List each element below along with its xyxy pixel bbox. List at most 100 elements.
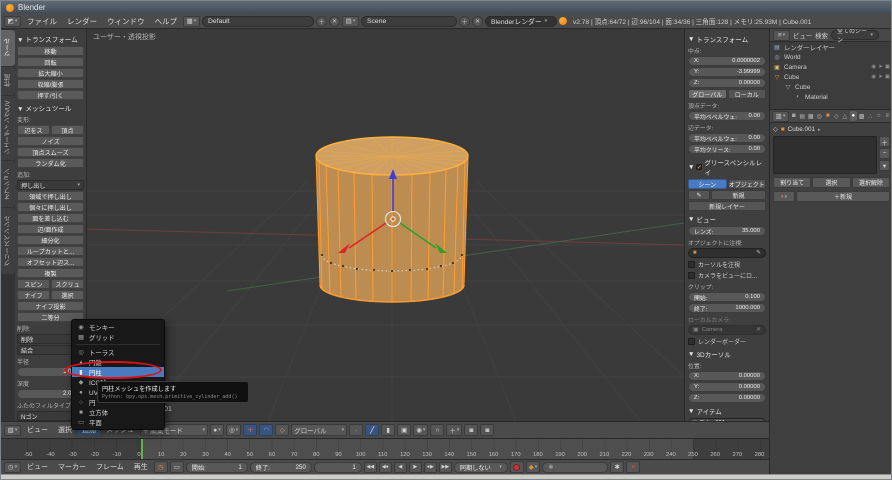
frame-end-field[interactable]: 終了:250 [250,462,312,473]
transform-tool-button[interactable]: 移動 [17,46,84,56]
menu-item-cylinder[interactable]: ▮円柱 [72,367,164,377]
transform-tool-button[interactable]: 回転 [17,57,84,67]
median-y-field[interactable]: Y:-3.99999 [688,67,766,77]
view3d-menu-view[interactable]: ビュー [23,425,52,435]
auto-keyframe-button[interactable] [510,461,524,473]
global-button[interactable]: グローバル [688,89,727,99]
sync-mode-select[interactable]: 同期しない▾ [454,462,508,473]
transform-panel-header[interactable]: ▼ トランスフォーム [17,34,84,44]
lens-field[interactable]: レンズ:35.000 [688,226,766,236]
clip-end-field[interactable]: 終了:1000.000 [688,303,766,313]
timeline-menu-marker[interactable]: マーカー [54,462,90,472]
scene-field[interactable]: Scene [361,16,457,27]
clip-start-field[interactable]: 開始:0.100 [688,292,766,302]
insert-keyframes-button[interactable]: ✱ [610,461,624,473]
editor-type-info-button[interactable]: ◩▾ [4,16,21,27]
gpencil-draw-icon[interactable]: ✎ [688,190,710,200]
menu-item-cone[interactable]: ▲円錐 [72,357,164,367]
edge-crease-field[interactable]: 平均クリース:0.00 [688,144,766,154]
add-tool-button[interactable]: 領域で押し出し [17,191,84,201]
render-opengl-button[interactable]: ◙ [464,424,478,436]
add-tool-button[interactable]: ループカットと... [17,246,84,256]
add-tool-button[interactable]: 複製 [17,268,84,278]
browse-material-icon[interactable]: ◐▾ [773,191,795,202]
transform-tool-button[interactable]: 拡大縮小 [17,68,84,78]
outliner-row-cube-object[interactable]: ▽Cube ◉➤▣ [770,72,892,82]
menu-item-torus[interactable]: ◎トーラス [72,347,164,357]
scene-icon[interactable]: ▤▾ [342,16,359,27]
menu-item-monkey[interactable]: ◉モンキー [72,322,164,332]
add-scene-button[interactable]: ＋ [459,16,470,27]
add-tool-button[interactable]: 辺/面作成 [17,224,84,234]
menu-help[interactable]: ヘルプ [151,16,182,27]
gpencil-scene-button[interactable]: シーン [688,179,727,189]
np-view-header[interactable]: ▼ ビュー [688,214,766,224]
outliner-menu-view[interactable]: ビュー [793,31,812,40]
tab-modifiers-icon[interactable]: ◇ [833,111,841,121]
editor-type-properties-button[interactable]: ▥▾ [772,111,789,122]
outliner-filter-select[interactable]: 全てのシーン▾ [831,30,879,40]
select-mode-vertex-button[interactable]: · [349,424,363,436]
local-camera-field[interactable]: ▣Camera✕ [688,325,766,335]
new-material-button[interactable]: ＋ 新規 [796,191,890,202]
transform-tool-button[interactable]: 押す/引く [17,90,84,100]
np-transform-header[interactable]: ▼ トランスフォーム [688,34,766,44]
extrude-dropdown[interactable]: 押し出し▾ [17,180,84,190]
visibility-eye-icon[interactable]: ◉ [871,64,876,70]
edge-bevel-field[interactable]: 平均ベベルウェ:0.00 [688,133,766,143]
select-mode-edge-button[interactable]: ╱ [365,424,379,436]
current-frame-field[interactable]: 1 [314,462,362,473]
timeline-menu-view[interactable]: ビュー [23,462,52,472]
manipulator-translate-button[interactable]: ✛ [243,424,257,436]
np-cursor-header[interactable]: ▼ 3Dカーソル [688,349,766,359]
gpencil-object-button[interactable]: オブジェクト [728,179,767,189]
screen-layout-field[interactable]: Default [202,16,314,27]
jump-prev-keyframe-button[interactable]: ◀● [379,462,392,473]
renderability-icon[interactable]: ▣ [885,74,890,80]
deform-tool-button[interactable]: 頂点スムーズ [17,147,84,157]
outliner-row-camera[interactable]: ▣Camera ◉➤▣ [770,62,892,72]
menu-file[interactable]: ファイル [23,16,61,27]
vertex-bevel-field[interactable]: 平均ベベルウェ:0.00 [688,111,766,121]
occlude-geometry-button[interactable]: ▣ [397,424,411,436]
active-keying-set-field[interactable]: ✱ [542,462,608,473]
viewport-3d[interactable]: ユーザー・透視投影 (1) Cube.001 [87,29,684,421]
menu-window[interactable]: ウィンドウ [103,16,149,27]
gpencil-checkbox[interactable]: ✓ [696,164,702,170]
tab-render-layers-icon[interactable]: ▤ [799,111,807,121]
add-layout-button[interactable]: ＋ [316,16,327,27]
delete-layout-button[interactable]: ✕ [329,16,340,27]
tab-object-data-icon[interactable]: △ [841,111,849,121]
add-tool-button[interactable]: 面を差し込む [17,213,84,223]
spin-button[interactable]: スピン [17,279,50,289]
tab-create[interactable]: 作成 [1,67,15,95]
assign-button[interactable]: 割り当て [773,177,811,188]
outliner-row-cube-data[interactable]: ▽Cube [770,82,892,92]
slot-specials-button[interactable]: ▾ [879,160,890,171]
knife-select-button[interactable]: 選択 [51,290,84,300]
screw-button[interactable]: スクリュ [51,279,84,289]
delete-keyframes-button[interactable]: ✕ [626,461,640,473]
breadcrumb-object-name[interactable]: Cube.001 [788,126,815,133]
play-reverse-button[interactable]: ◀ [394,462,407,473]
selectability-icon[interactable]: ➤ [878,74,883,80]
jump-to-start-button[interactable]: ◀◀ [364,462,377,473]
knife-tool-button[interactable]: ナイフ投影 [17,301,84,311]
lock-range-button[interactable]: ▭ [170,461,184,473]
selectability-icon[interactable]: ➤ [878,64,883,70]
tab-shading-uv[interactable]: シェーディング/UV [1,96,15,160]
tab-tools[interactable]: ツール [1,30,15,66]
outliner-row-world[interactable]: ◎World [770,52,892,62]
editor-type-3dview-button[interactable]: ▧▾ [4,425,21,436]
snap-magnet-button[interactable]: ∩ [430,424,444,436]
outliner-row-render-layers[interactable]: ▤レンダーレイヤー [770,42,892,52]
frame-start-field[interactable]: 開始:1 [186,462,248,473]
pivot-point-select[interactable]: ◎▾ [226,424,241,436]
tab-grease-pencil[interactable]: グリースペンシル [1,208,15,274]
deform-tool-button[interactable]: ノイズ [17,136,84,146]
tab-scene-icon[interactable]: ▦ [807,111,815,121]
tab-object-icon[interactable]: ■ [824,111,832,121]
gpencil-new-button[interactable]: 新規 [711,190,766,200]
manipulator-rotate-button[interactable]: ◠ [259,424,273,436]
transform-tool-button[interactable]: 収縮/膨張 [17,79,84,89]
